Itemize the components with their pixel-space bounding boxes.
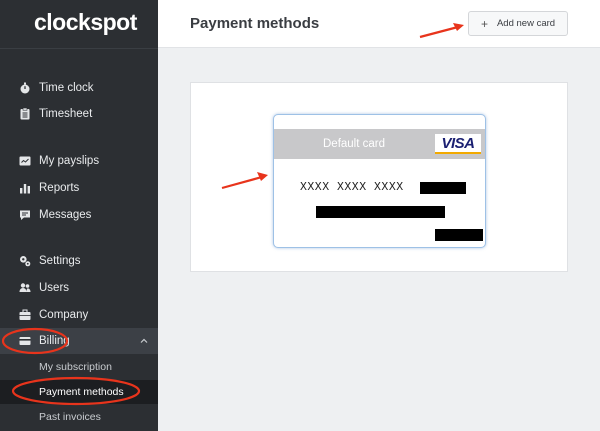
sidebar-item-company[interactable]: Company [0,302,158,328]
sidebar: clockspot Time clock Timesheet My paysli… [0,0,158,431]
sidebar-subitem-past-invoices[interactable]: Past invoices [0,405,158,429]
visa-logo-icon: VISA [435,134,481,154]
default-payment-card[interactable]: Default card VISA XXXX XXXX XXXX [273,114,486,248]
card-brand: VISA [441,134,475,152]
sidebar-subitem-label: Past invoices [39,411,101,423]
users-icon [19,282,31,294]
sidebar-item-label: Company [39,309,89,321]
payslip-icon [19,155,31,167]
sidebar-subitem-label: My subscription [39,361,112,373]
redacted-expiry-date [435,229,483,241]
add-new-card-button[interactable]: + Add new card [468,11,568,36]
sidebar-subitem-label: Payment methods [39,386,124,398]
redacted-card-digits [420,182,466,194]
gears-icon [19,255,31,267]
page-header: Payment methods + Add new card [158,0,600,48]
sidebar-item-users[interactable]: Users [0,275,158,301]
briefcase-icon [19,309,31,321]
stopwatch-icon [19,82,31,94]
plus-icon: + [480,16,488,31]
card-header: Default card VISA [274,129,485,159]
sidebar-item-settings[interactable]: Settings [0,248,158,274]
sidebar-item-my-payslips[interactable]: My payslips [0,148,158,174]
sidebar-item-label: My payslips [39,155,100,167]
sidebar-item-label: Messages [39,209,92,221]
sidebar-subitem-payment-methods[interactable]: Payment methods [0,380,158,404]
sidebar-item-reports[interactable]: Reports [0,175,158,201]
credit-card-icon [19,335,31,347]
redacted-cardholder-name [316,206,445,218]
chevron-up-icon[interactable] [140,337,148,345]
add-new-card-label: Add new card [496,18,556,29]
sidebar-item-label: Reports [39,182,80,194]
sidebar-item-label: Users [39,282,70,294]
sidebar-subitem-my-subscription[interactable]: My subscription [0,355,158,379]
bar-chart-icon [19,182,31,194]
sidebar-item-label: Time clock [39,82,94,94]
sidebar-item-timesheet[interactable]: Timesheet [0,101,158,127]
sidebar-item-label: Timesheet [39,108,93,120]
sidebar-item-billing[interactable]: Billing [0,328,158,354]
clipboard-icon [19,108,31,120]
sidebar-item-messages[interactable]: Messages [0,202,158,228]
app-logo[interactable]: clockspot [34,9,137,36]
page-title: Payment methods [190,15,320,32]
message-icon [19,209,31,221]
sidebar-item-label: Settings [39,255,81,267]
sidebar-item-time-clock[interactable]: Time clock [0,75,158,101]
sidebar-item-label: Billing [39,335,70,347]
card-label: Default card [323,138,386,150]
logo-divider [0,48,158,49]
card-number: XXXX XXXX XXXX [300,181,404,194]
